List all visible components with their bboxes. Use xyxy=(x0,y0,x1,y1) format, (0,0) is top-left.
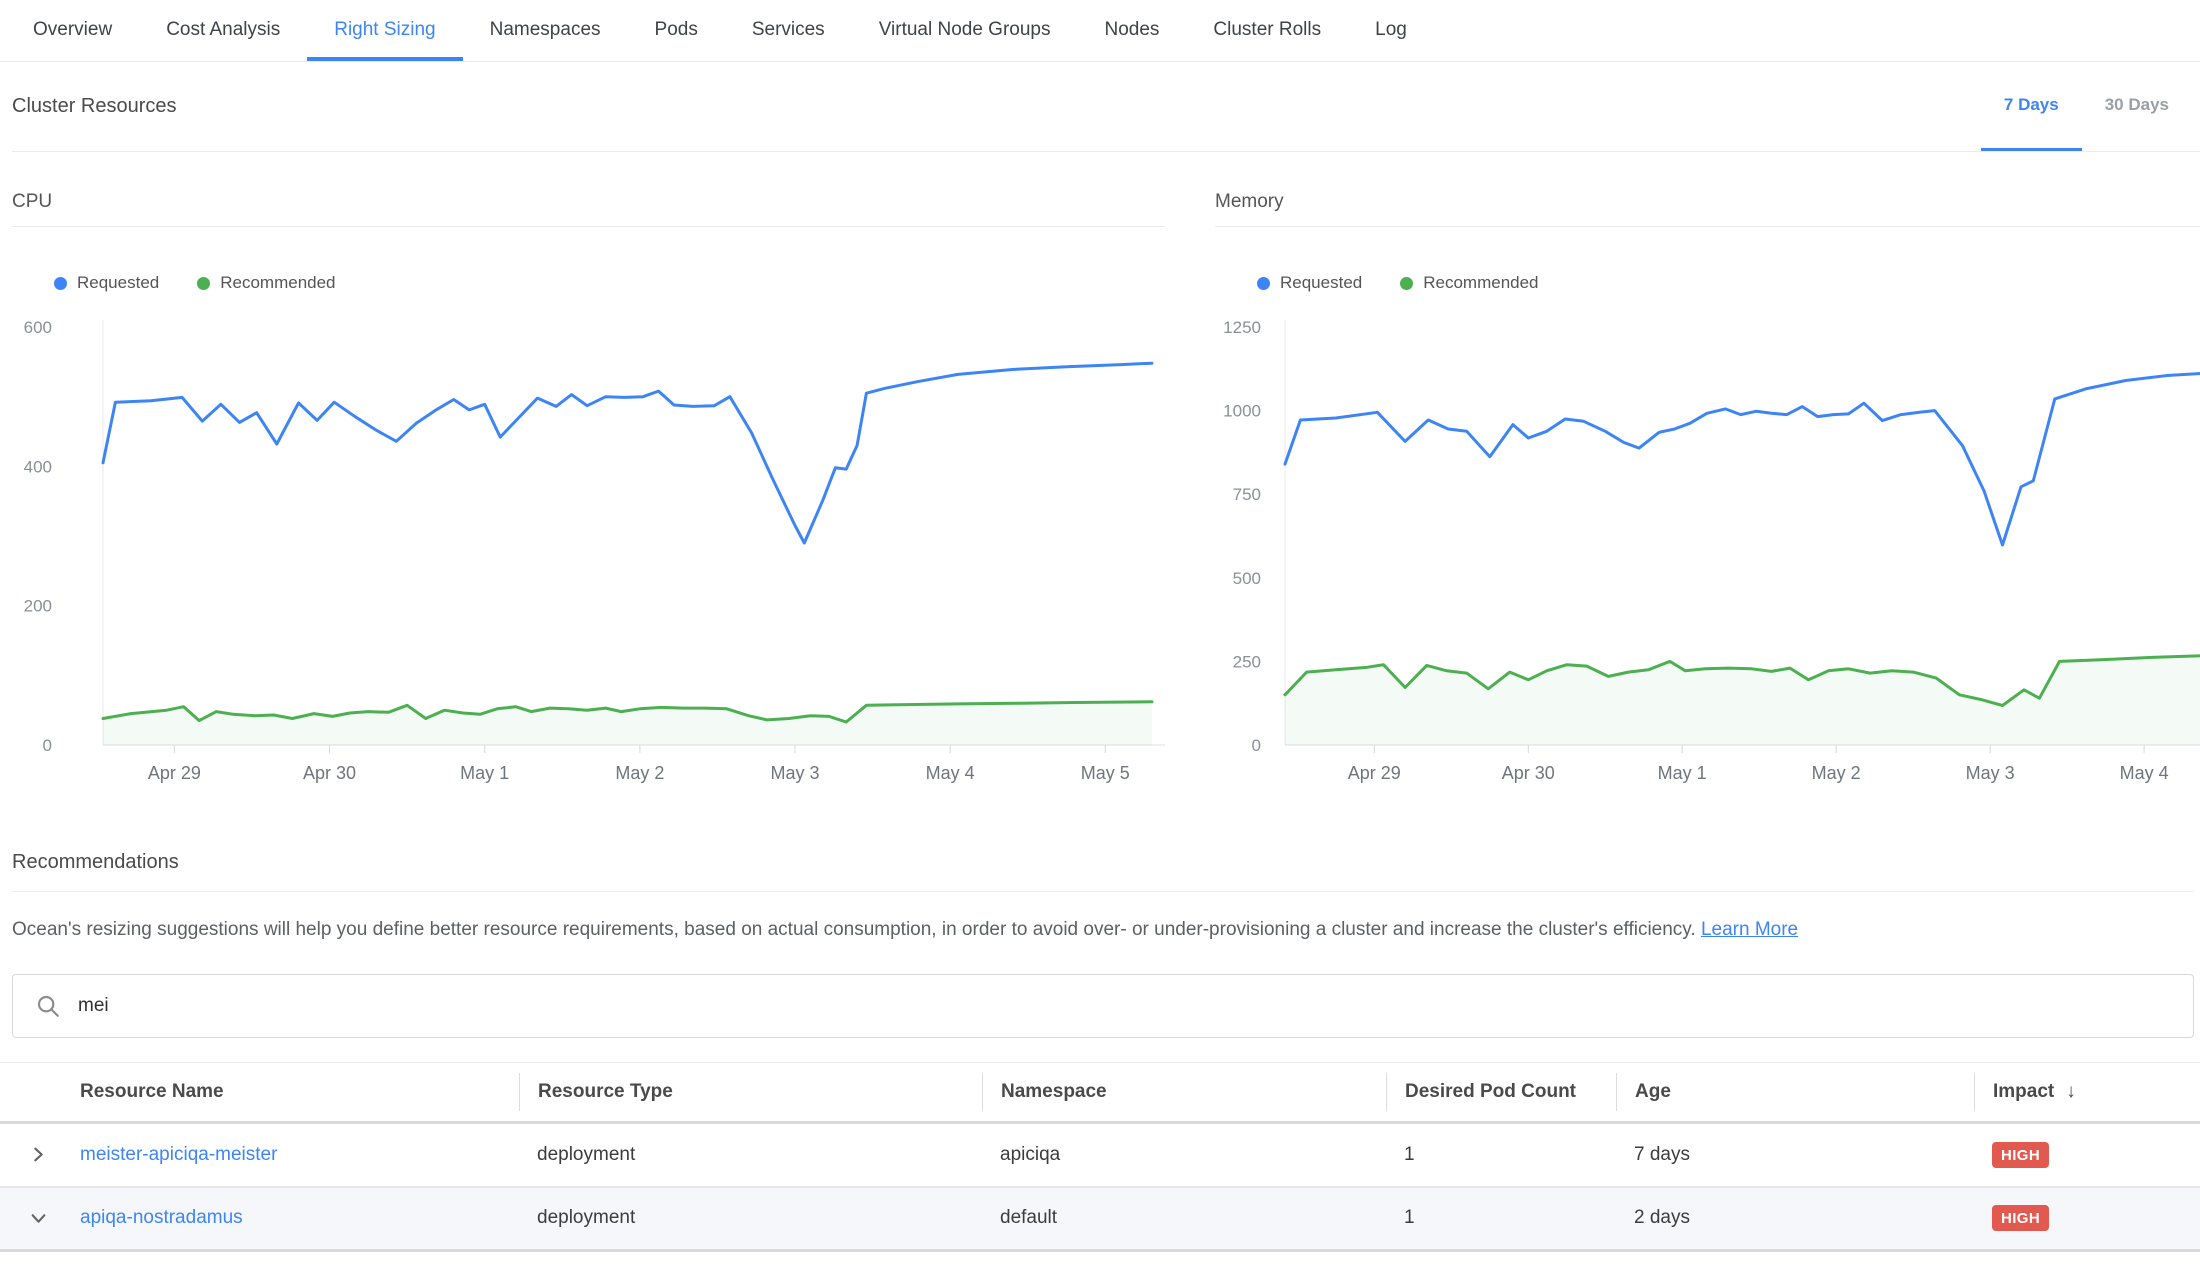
svg-text:May 4: May 4 xyxy=(2120,763,2169,783)
svg-text:Apr 29: Apr 29 xyxy=(1348,763,1401,783)
legend-dot-requested xyxy=(1257,277,1270,290)
svg-text:250: 250 xyxy=(1233,652,1261,671)
svg-text:May 4: May 4 xyxy=(926,763,975,783)
svg-text:May 1: May 1 xyxy=(460,763,509,783)
cpu-chart-panel: CPU Requested Recommended 0 200 400 600 Apr 2… xyxy=(12,191,1165,785)
namespace-cell: default xyxy=(982,1207,1386,1229)
tab-pods[interactable]: Pods xyxy=(628,0,725,61)
resource-type-cell: deployment xyxy=(519,1144,982,1166)
svg-text:May 1: May 1 xyxy=(1658,763,1707,783)
tab-namespaces[interactable]: Namespaces xyxy=(463,0,628,61)
namespace-cell: apiciqa xyxy=(982,1144,1386,1166)
desired-pod-count-cell: 1 xyxy=(1386,1207,1616,1229)
search-box xyxy=(12,974,2194,1038)
svg-text:May 2: May 2 xyxy=(1812,763,1861,783)
impact-badge: HIGH xyxy=(1992,1205,2049,1231)
svg-text:1250: 1250 xyxy=(1223,318,1261,337)
range-tab-30-days[interactable]: 30 Days xyxy=(2082,62,2192,151)
page-title: Cluster Resources xyxy=(12,95,177,118)
column-header-impact[interactable]: Impact↓ xyxy=(1974,1073,2200,1111)
tab-bar: OverviewCost AnalysisRight SizingNamespa… xyxy=(0,0,2200,62)
resource-name-cell: apiqa-nostradamus xyxy=(62,1207,519,1229)
sort-desc-icon: ↓ xyxy=(2066,1081,2076,1103)
time-range-tabs: 7 Days30 Days xyxy=(1981,62,2192,151)
svg-text:500: 500 xyxy=(1233,569,1261,588)
tab-overview[interactable]: Overview xyxy=(6,0,139,61)
svg-text:400: 400 xyxy=(24,457,52,476)
svg-text:May 3: May 3 xyxy=(1966,763,2015,783)
svg-text:Apr 30: Apr 30 xyxy=(1502,763,1555,783)
column-header-name[interactable]: Resource Name xyxy=(62,1073,519,1111)
age-cell: 7 days xyxy=(1616,1144,1974,1166)
svg-text:600: 600 xyxy=(24,318,52,337)
svg-text:750: 750 xyxy=(1233,485,1261,504)
tab-nodes[interactable]: Nodes xyxy=(1078,0,1187,61)
legend-item-requested[interactable]: Requested xyxy=(54,273,159,293)
tab-cluster-rolls[interactable]: Cluster Rolls xyxy=(1186,0,1348,61)
column-header-namespace[interactable]: Namespace xyxy=(982,1073,1386,1111)
recommendations-section: Recommendations Ocean's resizing suggest… xyxy=(12,851,2194,943)
memory-chart-legend: Requested Recommended xyxy=(1257,273,2200,293)
svg-text:Apr 30: Apr 30 xyxy=(303,763,356,783)
column-header-expander xyxy=(0,1073,62,1111)
recommendations-table: Resource NameResource TypeNamespaceDesir… xyxy=(0,1062,2200,1252)
impact-cell: HIGH xyxy=(1974,1142,2200,1168)
cpu-chart-title: CPU xyxy=(12,191,1165,227)
legend-item-recommended[interactable]: Recommended xyxy=(1400,273,1538,293)
table-row[interactable]: apiqa-nostradamus deploymentdefault12 day… xyxy=(0,1188,2200,1252)
legend-item-requested[interactable]: Requested xyxy=(1257,273,1362,293)
chevron-right-icon[interactable] xyxy=(30,1146,47,1163)
search-icon xyxy=(35,993,61,1019)
svg-text:1000: 1000 xyxy=(1223,402,1261,421)
recommendations-description: Ocean's resizing suggestions will help y… xyxy=(12,917,2194,943)
impact-badge: HIGH xyxy=(1992,1142,2049,1168)
tab-services[interactable]: Services xyxy=(725,0,852,61)
age-cell: 2 days xyxy=(1616,1207,1974,1229)
chevron-down-icon[interactable] xyxy=(30,1210,47,1227)
memory-chart[interactable]: 0 250 500 750 1000 1250 Apr 29 Apr 30 May 1 May 2… xyxy=(1215,315,2200,785)
learn-more-link[interactable]: Learn More xyxy=(1701,919,1798,940)
legend-dot-requested xyxy=(54,277,67,290)
legend-dot-recommended xyxy=(197,277,210,290)
column-header-type[interactable]: Resource Type xyxy=(519,1073,982,1111)
resource-name-link[interactable]: meister-apiciqa-meister xyxy=(80,1144,277,1165)
svg-text:0: 0 xyxy=(43,736,52,755)
resource-name-cell: meister-apiciqa-meister xyxy=(62,1144,519,1166)
resource-name-link[interactable]: apiqa-nostradamus xyxy=(80,1207,243,1228)
tab-virtual-node-groups[interactable]: Virtual Node Groups xyxy=(852,0,1078,61)
svg-text:Apr 29: Apr 29 xyxy=(148,763,201,783)
table-header: Resource NameResource TypeNamespaceDesir… xyxy=(0,1062,2200,1124)
tab-right-sizing[interactable]: Right Sizing xyxy=(307,0,462,61)
table-row[interactable]: meister-apiciqa-meister deploymentapiciqa… xyxy=(0,1124,2200,1188)
legend-dot-recommended xyxy=(1400,277,1413,290)
svg-text:May 5: May 5 xyxy=(1081,763,1130,783)
tab-log[interactable]: Log xyxy=(1348,0,1434,61)
svg-text:200: 200 xyxy=(24,597,52,616)
table-body: meister-apiciqa-meisterdeploymentapiciqa… xyxy=(0,1124,2200,1252)
legend-item-recommended[interactable]: Recommended xyxy=(197,273,335,293)
column-header-age[interactable]: Age xyxy=(1616,1073,1974,1111)
memory-chart-panel: Memory Requested Recommended 0 250 500 750 10… xyxy=(1215,191,2200,785)
charts-row: CPU Requested Recommended 0 200 400 600 Apr 2… xyxy=(12,191,2200,785)
svg-text:May 3: May 3 xyxy=(770,763,819,783)
cpu-chart[interactable]: 0 200 400 600 Apr 29 Apr 30 May 1 May 2 May 3 May… xyxy=(12,315,1165,785)
desired-pod-count-cell: 1 xyxy=(1386,1144,1616,1166)
memory-chart-title: Memory xyxy=(1215,191,2200,227)
recommendations-title: Recommendations xyxy=(12,851,2194,892)
search-input[interactable] xyxy=(76,994,2173,1018)
svg-text:May 2: May 2 xyxy=(615,763,664,783)
column-header-pods[interactable]: Desired Pod Count xyxy=(1386,1073,1616,1111)
svg-text:0: 0 xyxy=(1252,736,1261,755)
resource-type-cell: deployment xyxy=(519,1207,982,1229)
range-tab-7-days[interactable]: 7 Days xyxy=(1981,62,2082,151)
tab-cost-analysis[interactable]: Cost Analysis xyxy=(139,0,307,61)
cluster-resources-header: Cluster Resources 7 Days30 Days xyxy=(12,62,2200,152)
impact-cell: HIGH xyxy=(1974,1205,2200,1231)
cpu-chart-legend: Requested Recommended xyxy=(54,273,1165,293)
